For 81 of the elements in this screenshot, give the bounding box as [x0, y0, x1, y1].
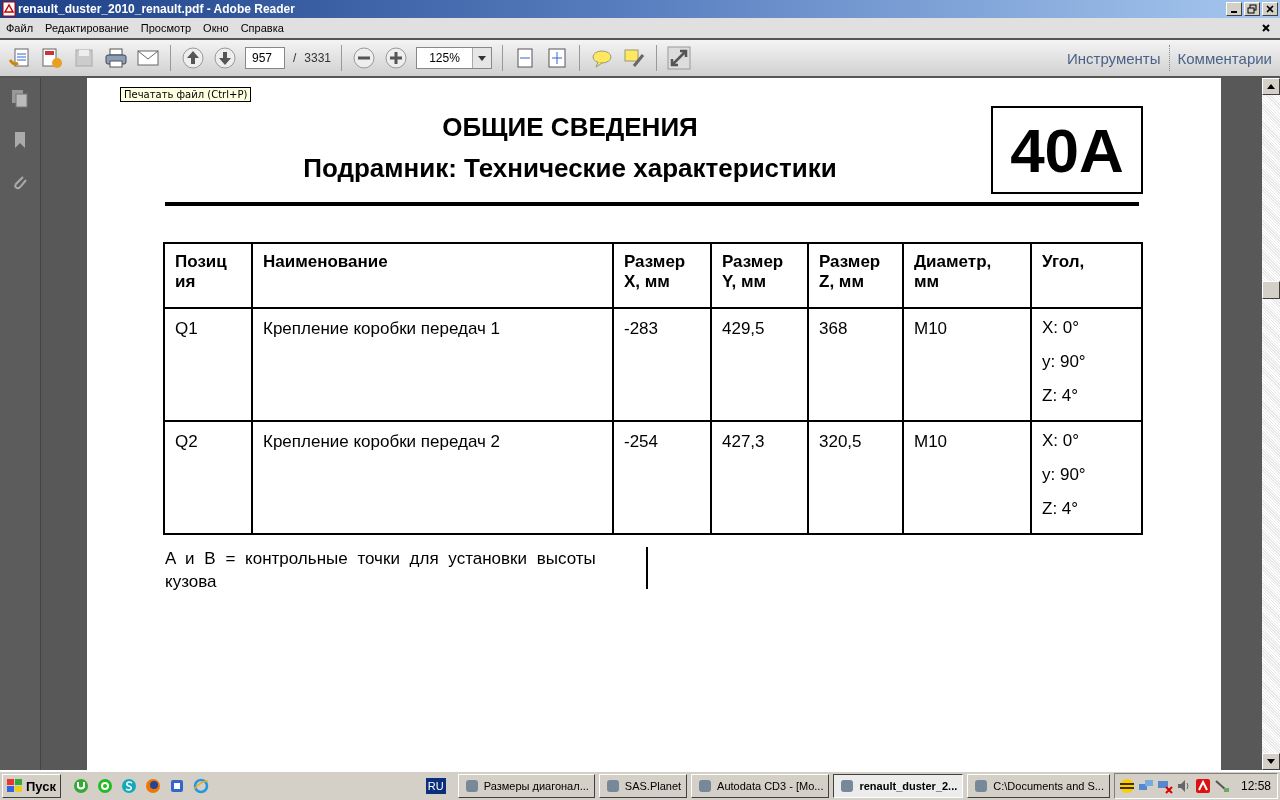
menu-item[interactable]: Просмотр	[140, 22, 192, 34]
table-cell: 320,5	[808, 421, 903, 534]
angle-value: y: 90°	[1042, 351, 1087, 373]
heading: ОБЩИЕ СВЕДЕНИЯ	[441, 112, 699, 143]
table-cell: -254	[613, 421, 711, 534]
expand-icon[interactable]	[667, 46, 692, 70]
previous-page-icon[interactable]	[181, 46, 205, 70]
column-header: Диаметр, мм	[903, 243, 1031, 308]
highlight-text-icon[interactable]	[622, 46, 647, 70]
section-code: 40A	[991, 106, 1143, 194]
menu-item[interactable]: Окно	[203, 22, 229, 34]
toolbar-link[interactable]: Комментарии	[1177, 49, 1272, 67]
scrollbar[interactable]	[1262, 78, 1280, 770]
table-cell: 368	[808, 308, 903, 421]
angle-value: Z: 4°	[1042, 385, 1080, 407]
menu-item[interactable]: Файл	[6, 22, 34, 34]
column-header: Размер Y, мм	[711, 243, 808, 308]
angle-value: Z: 4°	[1042, 498, 1080, 520]
page-separator: /	[293, 51, 297, 65]
speaker-icon[interactable]	[1175, 778, 1192, 794]
scrollbar-thumb[interactable]	[1262, 281, 1280, 299]
taskbar-button[interactable]: Autodata CD3 - [Mo...	[691, 774, 830, 798]
app-icon	[463, 778, 480, 794]
toolbar-link[interactable]: Инструменты	[1067, 49, 1161, 67]
app-icon	[839, 778, 856, 794]
restore-icon	[1247, 4, 1257, 14]
taskbar-button[interactable]: SAS.Planet	[598, 774, 688, 798]
table-cell: Крепление коробки передач 2	[252, 421, 613, 534]
taskbar-button[interactable]: Размеры диагонал...	[457, 774, 595, 798]
restore-button[interactable]	[1244, 2, 1260, 16]
angle-value: X: 0°	[1042, 317, 1081, 339]
column-header: Размер X, мм	[613, 243, 711, 308]
zoom-dropdown[interactable]: 125%	[416, 47, 493, 69]
taskbar-button[interactable]: C:\Documents and S...	[967, 774, 1110, 798]
table-cell: 427,3	[711, 421, 808, 534]
close-icon[interactable]	[1262, 24, 1270, 32]
column-header: Угол,	[1031, 243, 1142, 308]
table-cell: M10	[903, 308, 1031, 421]
menu-item[interactable]: Редактирование	[45, 22, 129, 34]
window-title: renault_duster_2010_renault.pdf - Adobe Reader	[18, 2, 295, 16]
table-cell: Q1	[164, 308, 252, 421]
menu-item[interactable]: Справка	[240, 22, 284, 34]
table-cell: 429,5	[711, 308, 808, 421]
page-number-field[interactable]: 957	[245, 47, 285, 69]
pages-icon[interactable]	[10, 88, 30, 108]
minimize-icon	[1231, 11, 1237, 13]
app-icon	[604, 778, 621, 794]
start-button[interactable]: Пуск	[2, 774, 61, 798]
close-button[interactable]	[1262, 2, 1278, 16]
tooltip: Печатать файл (Ctrl+P)	[120, 87, 252, 102]
angle-value: X: 0°	[1042, 430, 1081, 452]
create-document-icon[interactable]	[40, 46, 64, 70]
down-arrow-icon[interactable]	[1267, 759, 1275, 764]
footnote: A и B = контрольные точки для установки высоты кузова	[165, 548, 597, 593]
page-total: 3331	[304, 51, 332, 65]
column-header: Позиц ия	[164, 243, 252, 308]
open-file-icon[interactable]	[8, 46, 32, 70]
striped-circle-icon[interactable]	[1118, 778, 1135, 794]
table-cell: Q2	[164, 421, 252, 534]
subheading: Подрамник: Технические характеристики	[302, 153, 838, 184]
table-cell: M10	[903, 421, 1031, 534]
minimize-button[interactable]	[1226, 2, 1242, 16]
close-icon	[1265, 4, 1275, 14]
app-icon	[697, 778, 714, 794]
caret-icon	[478, 55, 487, 61]
angle-value: y: 90°	[1042, 464, 1087, 486]
language-indicator[interactable]: RU	[425, 778, 446, 794]
taskbar-button[interactable]: renault_duster_2...	[833, 774, 964, 798]
windows-flag-icon	[7, 779, 23, 793]
table-cell: Крепление коробки передач 1	[252, 308, 613, 421]
up-arrow-icon[interactable]	[1267, 84, 1275, 89]
column-header: Наименование	[252, 243, 613, 308]
zoom-in-icon[interactable]	[384, 46, 409, 70]
network-disconnected-icon[interactable]	[1156, 778, 1173, 794]
print-icon[interactable]	[104, 46, 128, 70]
app-icon	[973, 778, 990, 794]
table-cell: -283	[613, 308, 711, 421]
clock: 12:58	[1240, 779, 1271, 793]
column-header: Размер Z, мм	[808, 243, 903, 308]
zoom-out-icon[interactable]	[352, 46, 377, 70]
next-page-icon[interactable]	[213, 46, 237, 70]
